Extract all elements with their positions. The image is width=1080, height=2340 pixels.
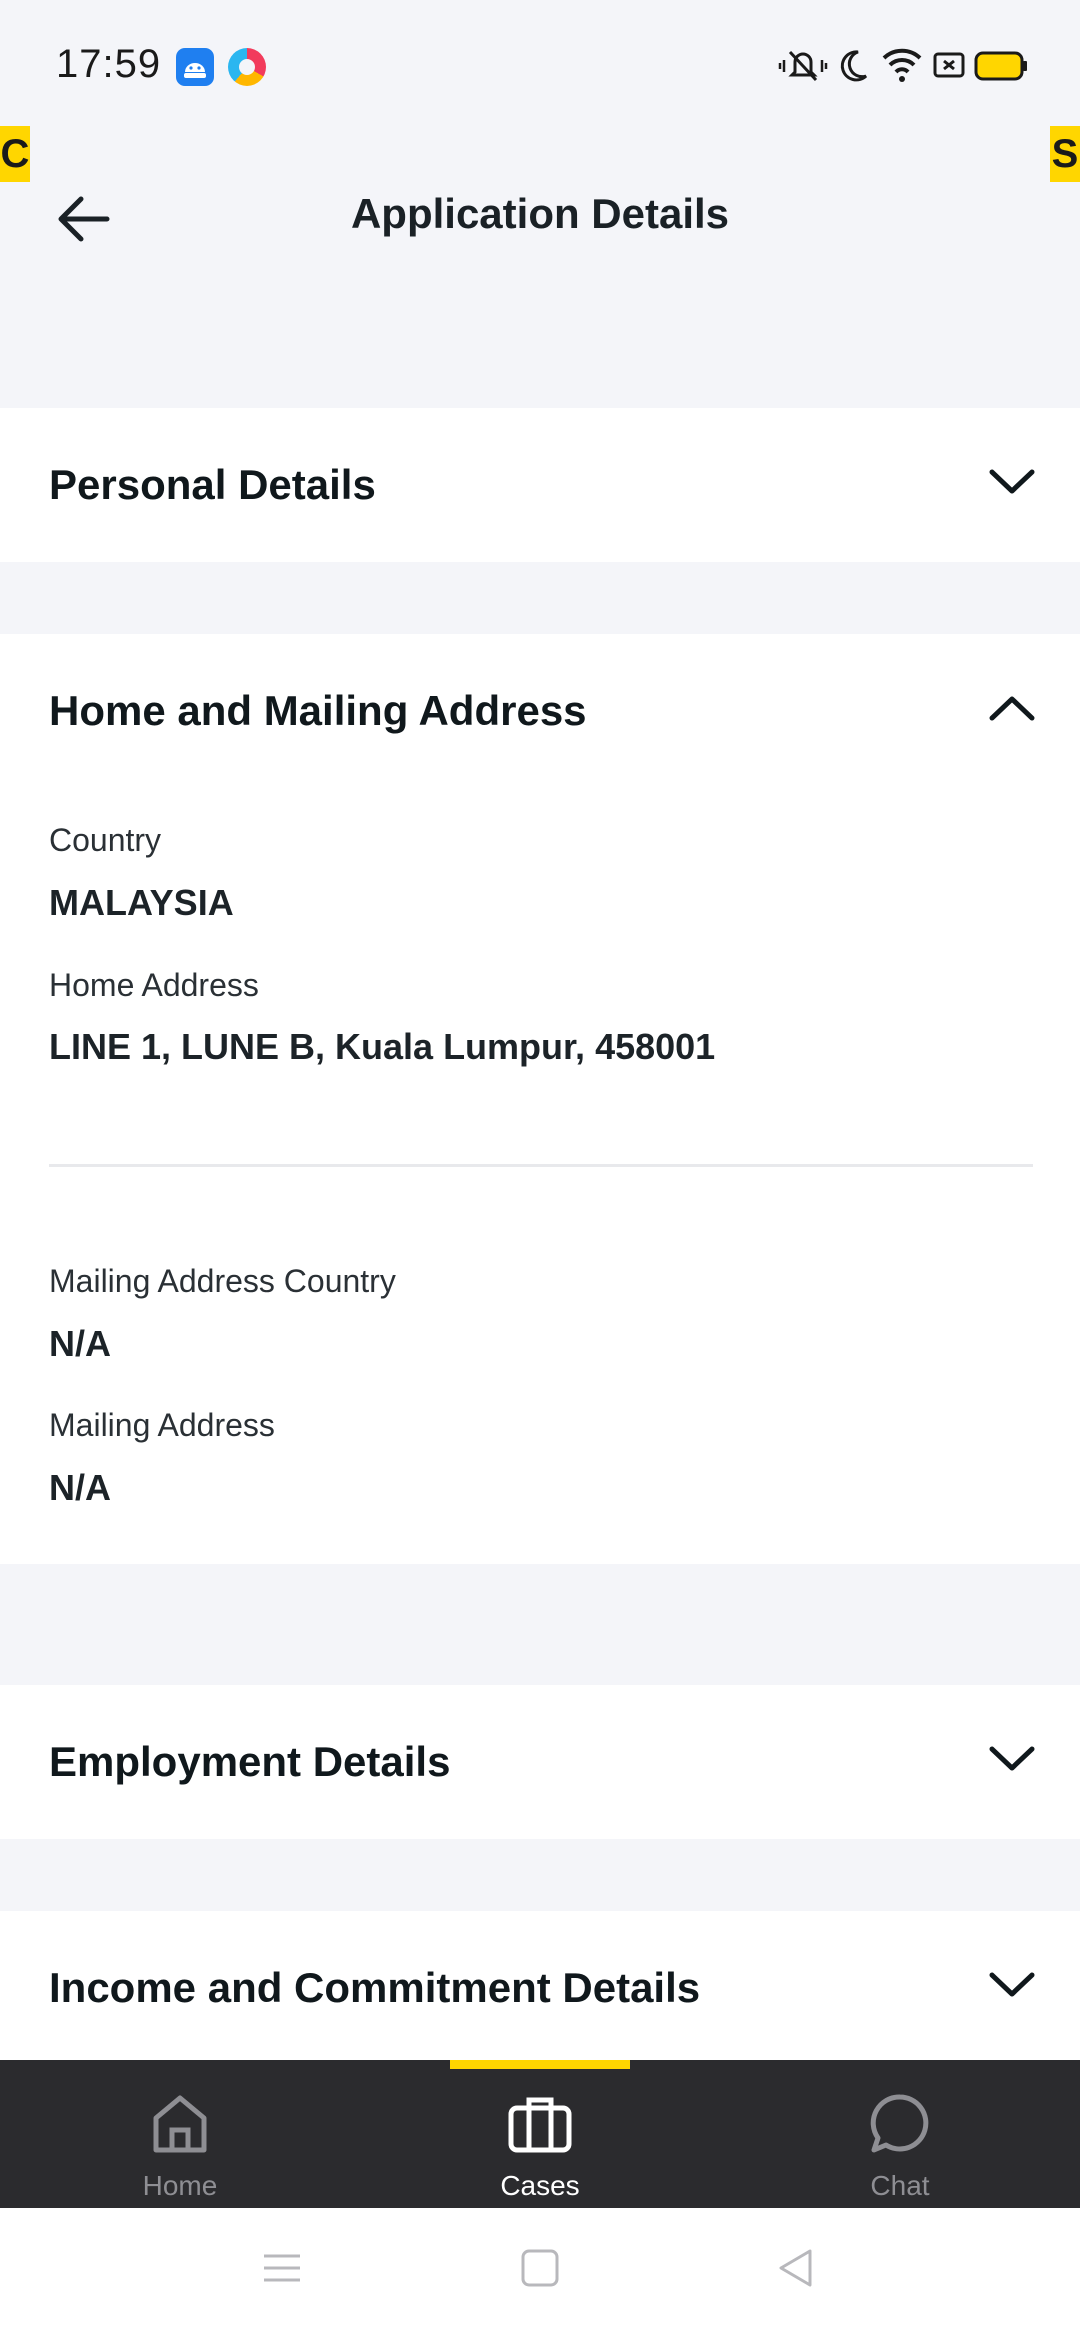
home-square-icon[interactable]: [520, 2248, 560, 2288]
chat-bubble-icon: [870, 2094, 929, 2153]
country-value: MALAYSIA: [49, 882, 234, 923]
mailing-country-label: Mailing Address Country: [49, 1263, 396, 1299]
chevron-down-icon: [989, 469, 1035, 494]
chevron-down-icon: [989, 1972, 1035, 1997]
briefcase-icon: [508, 2097, 572, 2153]
chevron-down-icon: [989, 1746, 1035, 1771]
personal-details-section: Personal Details: [0, 408, 1080, 562]
nav-label: Cases: [500, 2170, 580, 2201]
chevron-up-icon: [989, 696, 1035, 721]
home-icon: [153, 2095, 207, 2153]
vibrate-icon: [778, 50, 828, 82]
status-time: 17:59: [56, 42, 162, 86]
section-title: Income and Commitment Details: [49, 1964, 701, 2011]
section-title: Home and Mailing Address: [49, 687, 587, 734]
divider: [49, 1164, 1033, 1167]
system-nav-bar: [0, 2208, 1080, 2340]
section-title: Personal Details: [49, 461, 376, 508]
battery-icon: [974, 51, 1027, 81]
income-details-header[interactable]: Income and Commitment Details: [0, 1911, 1080, 2060]
employment-details-section: Employment Details: [0, 1685, 1080, 1839]
nav-item-chat[interactable]: Chat: [780, 2060, 1020, 2208]
android-app-icon: [176, 48, 214, 86]
page-title: Application Details: [350, 190, 730, 237]
moon-icon: [840, 50, 868, 82]
income-details-section: Income and Commitment Details: [0, 1911, 1080, 2060]
menu-icon[interactable]: [262, 2248, 302, 2288]
home-address-value: LINE 1, LUNE B, Kuala Lumpur, 458001: [49, 1026, 716, 1067]
bottom-nav: Home Cases Chat: [0, 2060, 1080, 2208]
left-marker: C: [0, 126, 30, 182]
nav-label: Home: [142, 2170, 218, 2201]
mailing-address-label: Mailing Address: [49, 1407, 275, 1443]
personal-details-header[interactable]: Personal Details: [0, 408, 1080, 562]
back-triangle-icon[interactable]: [776, 2248, 816, 2288]
country-label: Country: [49, 822, 162, 858]
right-marker: S: [1050, 126, 1080, 182]
mailing-address-value: N/A: [49, 1467, 111, 1508]
address-section: Home and Mailing Address Country MALAYSI…: [0, 634, 1080, 1564]
nav-label: Chat: [870, 2170, 930, 2201]
nav-item-cases[interactable]: Cases: [420, 2060, 660, 2208]
employment-details-header[interactable]: Employment Details: [0, 1685, 1080, 1839]
nav-item-home[interactable]: Home: [60, 2060, 300, 2208]
home-address-label: Home Address: [49, 967, 259, 1003]
section-title: Employment Details: [49, 1738, 451, 1785]
wifi-icon: [882, 48, 922, 82]
mailing-country-value: N/A: [49, 1323, 111, 1364]
status-bar: 17:59: [0, 0, 1080, 130]
address-header[interactable]: Home and Mailing Address: [0, 634, 1080, 788]
screen-icon: [933, 52, 965, 78]
browser-app-icon: [228, 48, 266, 86]
